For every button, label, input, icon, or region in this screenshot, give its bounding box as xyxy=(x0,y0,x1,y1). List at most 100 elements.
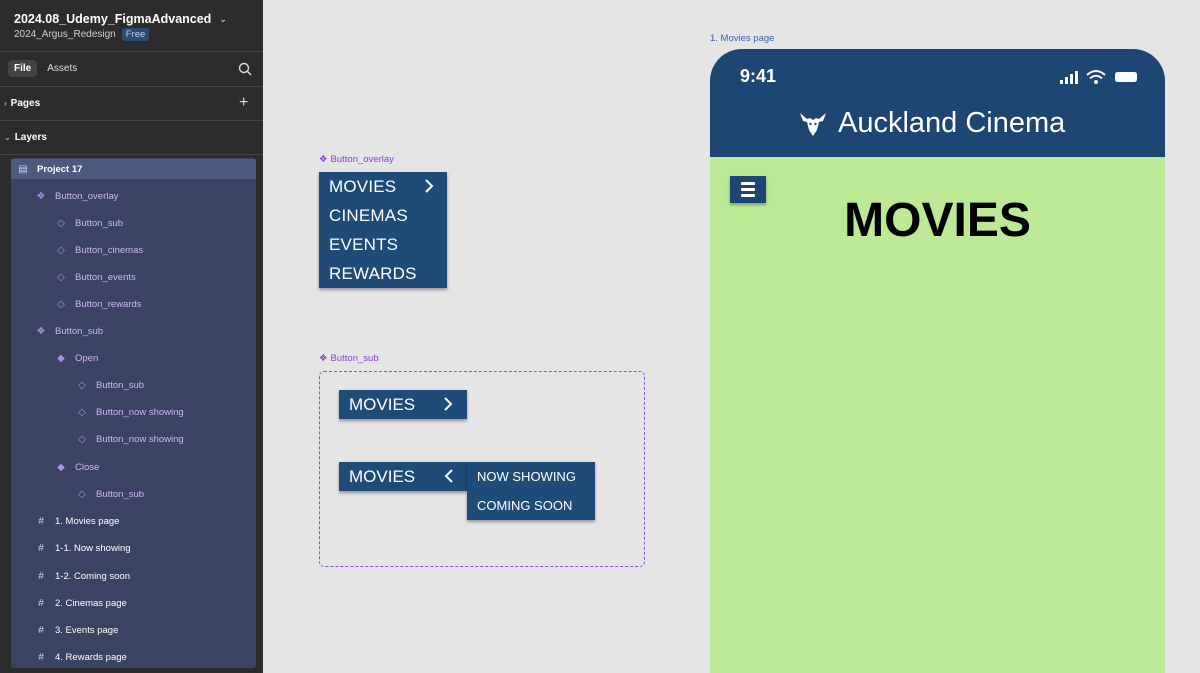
layer-label: 3. Events page xyxy=(55,624,119,636)
layer-row[interactable]: # 4. Rewards page xyxy=(11,647,256,667)
layer-row[interactable]: ◇ Button_sub xyxy=(11,484,256,504)
variant-icon: ◆ xyxy=(57,461,65,473)
chevron-right-icon xyxy=(444,397,453,411)
button-label: MOVIES xyxy=(349,467,416,486)
layer-label: Project 17 xyxy=(37,163,83,175)
pages-heading: Pages xyxy=(10,98,41,109)
layer-row[interactable]: ❖ Button_overlay xyxy=(11,186,256,206)
divider xyxy=(0,51,263,52)
layer-row[interactable]: ◆ Close xyxy=(11,457,256,477)
component-icon: ❖ xyxy=(36,190,46,202)
layer-row[interactable]: # 2. Cinemas page xyxy=(11,593,256,613)
component-name: Button_sub xyxy=(330,353,379,364)
button-label: MOVIES xyxy=(349,395,416,414)
instance-icon: ◇ xyxy=(78,406,86,418)
layer-label: Button_sub xyxy=(96,488,145,500)
component-label[interactable]: ❖ Button_sub xyxy=(319,353,379,364)
instance-icon: ◇ xyxy=(57,217,65,229)
button-sub-open[interactable]: MOVIES xyxy=(339,390,467,419)
panel-tabs: File Assets xyxy=(8,60,83,77)
layer-row[interactable]: ◇ Button_cinemas xyxy=(11,240,256,260)
layers-heading: Layers xyxy=(14,132,47,143)
brand[interactable]: Auckland Cinema xyxy=(798,107,1065,140)
file-name: 2024.08_Udemy_FigmaAdvanced xyxy=(14,12,212,26)
pages-section[interactable]: › Pages xyxy=(4,98,40,109)
chevron-left-icon xyxy=(444,469,453,483)
layer-label: 1. Movies page xyxy=(55,515,120,527)
instance-icon: ◇ xyxy=(78,433,86,445)
menu-item-cinemas[interactable]: CINEMAS xyxy=(329,206,408,226)
movies-page-frame: 9:41 Auckland Cinema MOVIES xyxy=(710,49,1165,673)
component-icon: ❖ xyxy=(319,353,328,364)
layer-row[interactable]: ▤ Project 17 xyxy=(11,159,256,179)
cow-logo-icon xyxy=(800,112,826,136)
project-name[interactable]: 2024_Argus_Redesign xyxy=(14,29,116,40)
file-title[interactable]: 2024.08_Udemy_FigmaAdvanced ⌄ xyxy=(14,12,227,26)
layers-sidebar: 2024.08_Udemy_FigmaAdvanced ⌄ 2024_Argus… xyxy=(0,0,263,673)
brand-name: Auckland Cinema xyxy=(838,107,1066,139)
layer-row[interactable]: ◇ Button_sub xyxy=(11,213,256,233)
frame-icon: # xyxy=(38,651,44,663)
layers-tree: ▤ Project 17 ❖ Button_overlay ◇ Button_s… xyxy=(11,158,256,668)
frame-icon: # xyxy=(38,542,44,554)
layer-label: Button_cinemas xyxy=(75,244,144,256)
layer-row[interactable]: # 1. Movies page xyxy=(11,511,256,531)
instance-icon: ◇ xyxy=(57,271,65,283)
tab-assets[interactable]: Assets xyxy=(41,60,83,77)
chevron-right-icon: › xyxy=(4,99,7,108)
chevron-down-icon: ⌄ xyxy=(4,133,11,142)
status-icons xyxy=(1060,70,1137,84)
layers-section[interactable]: ⌄ Layers xyxy=(4,132,47,143)
frame-icon: # xyxy=(38,570,44,582)
submenu-item-now-showing[interactable]: NOW SHOWING xyxy=(477,469,576,484)
layer-label: 1-1. Now showing xyxy=(55,542,131,554)
menu-bar xyxy=(741,182,755,185)
layer-label: Close xyxy=(75,461,100,473)
signal-icon xyxy=(1060,71,1078,84)
submenu-item-coming-soon[interactable]: COMING SOON xyxy=(477,498,572,513)
frame-label[interactable]: 1. Movies page xyxy=(710,33,774,44)
layer-row[interactable]: ❖ Button_sub xyxy=(11,321,256,341)
instance-icon: ◇ xyxy=(57,244,65,256)
layer-row[interactable]: # 3. Events page xyxy=(11,620,256,640)
layer-row[interactable]: ◇ Button_now showing xyxy=(11,429,256,449)
component-name: Button_overlay xyxy=(330,154,394,165)
menu-bar xyxy=(741,188,755,191)
layer-label: 4. Rewards page xyxy=(55,651,127,663)
layer-row[interactable]: ◇ Button_rewards xyxy=(11,294,256,314)
layer-label: Button_overlay xyxy=(55,190,119,202)
button-overlay-component[interactable]: MOVIES CINEMAS EVENTS REWARDS xyxy=(319,172,447,288)
instance-icon: ◇ xyxy=(78,379,86,391)
menu-item-movies[interactable]: MOVIES xyxy=(329,177,396,197)
search-icon[interactable] xyxy=(238,62,252,76)
component-icon: ❖ xyxy=(319,154,328,165)
add-page-icon[interactable]: + xyxy=(239,95,248,111)
layer-row[interactable]: ◇ Button_sub xyxy=(11,375,256,395)
layer-label: Button_events xyxy=(75,271,136,283)
menu-item-events[interactable]: EVENTS xyxy=(329,235,398,255)
layer-row[interactable]: # 1-2. Coming soon xyxy=(11,566,256,586)
instance-icon: ◇ xyxy=(57,298,65,310)
chevron-right-icon xyxy=(425,179,434,193)
layer-label: Button_sub xyxy=(75,217,124,229)
chevron-down-icon[interactable]: ⌄ xyxy=(219,14,227,25)
layer-label: Button_sub xyxy=(55,325,104,337)
tab-file[interactable]: File xyxy=(8,60,38,77)
status-time: 9:41 xyxy=(740,66,777,86)
layer-row[interactable]: ◇ Button_now showing xyxy=(11,402,256,422)
battery-icon xyxy=(1115,72,1137,82)
frame-icon: # xyxy=(38,624,44,636)
layer-row[interactable]: ◇ Button_events xyxy=(11,267,256,287)
app-header: 9:41 Auckland Cinema xyxy=(710,49,1165,157)
menu-item-rewards[interactable]: REWARDS xyxy=(329,264,417,284)
layer-label: Button_now showing xyxy=(96,406,184,418)
layer-row[interactable]: # 1-1. Now showing xyxy=(11,538,256,558)
plan-badge: Free xyxy=(121,28,150,41)
button-sub-close[interactable]: MOVIES xyxy=(339,462,467,491)
component-icon: ❖ xyxy=(36,325,46,337)
page-icon: ▤ xyxy=(18,163,28,175)
layer-row[interactable]: ◆ Open xyxy=(11,348,256,368)
frame-icon: # xyxy=(38,597,44,609)
component-label[interactable]: ❖ Button_overlay xyxy=(319,154,394,165)
instance-icon: ◇ xyxy=(78,488,86,500)
